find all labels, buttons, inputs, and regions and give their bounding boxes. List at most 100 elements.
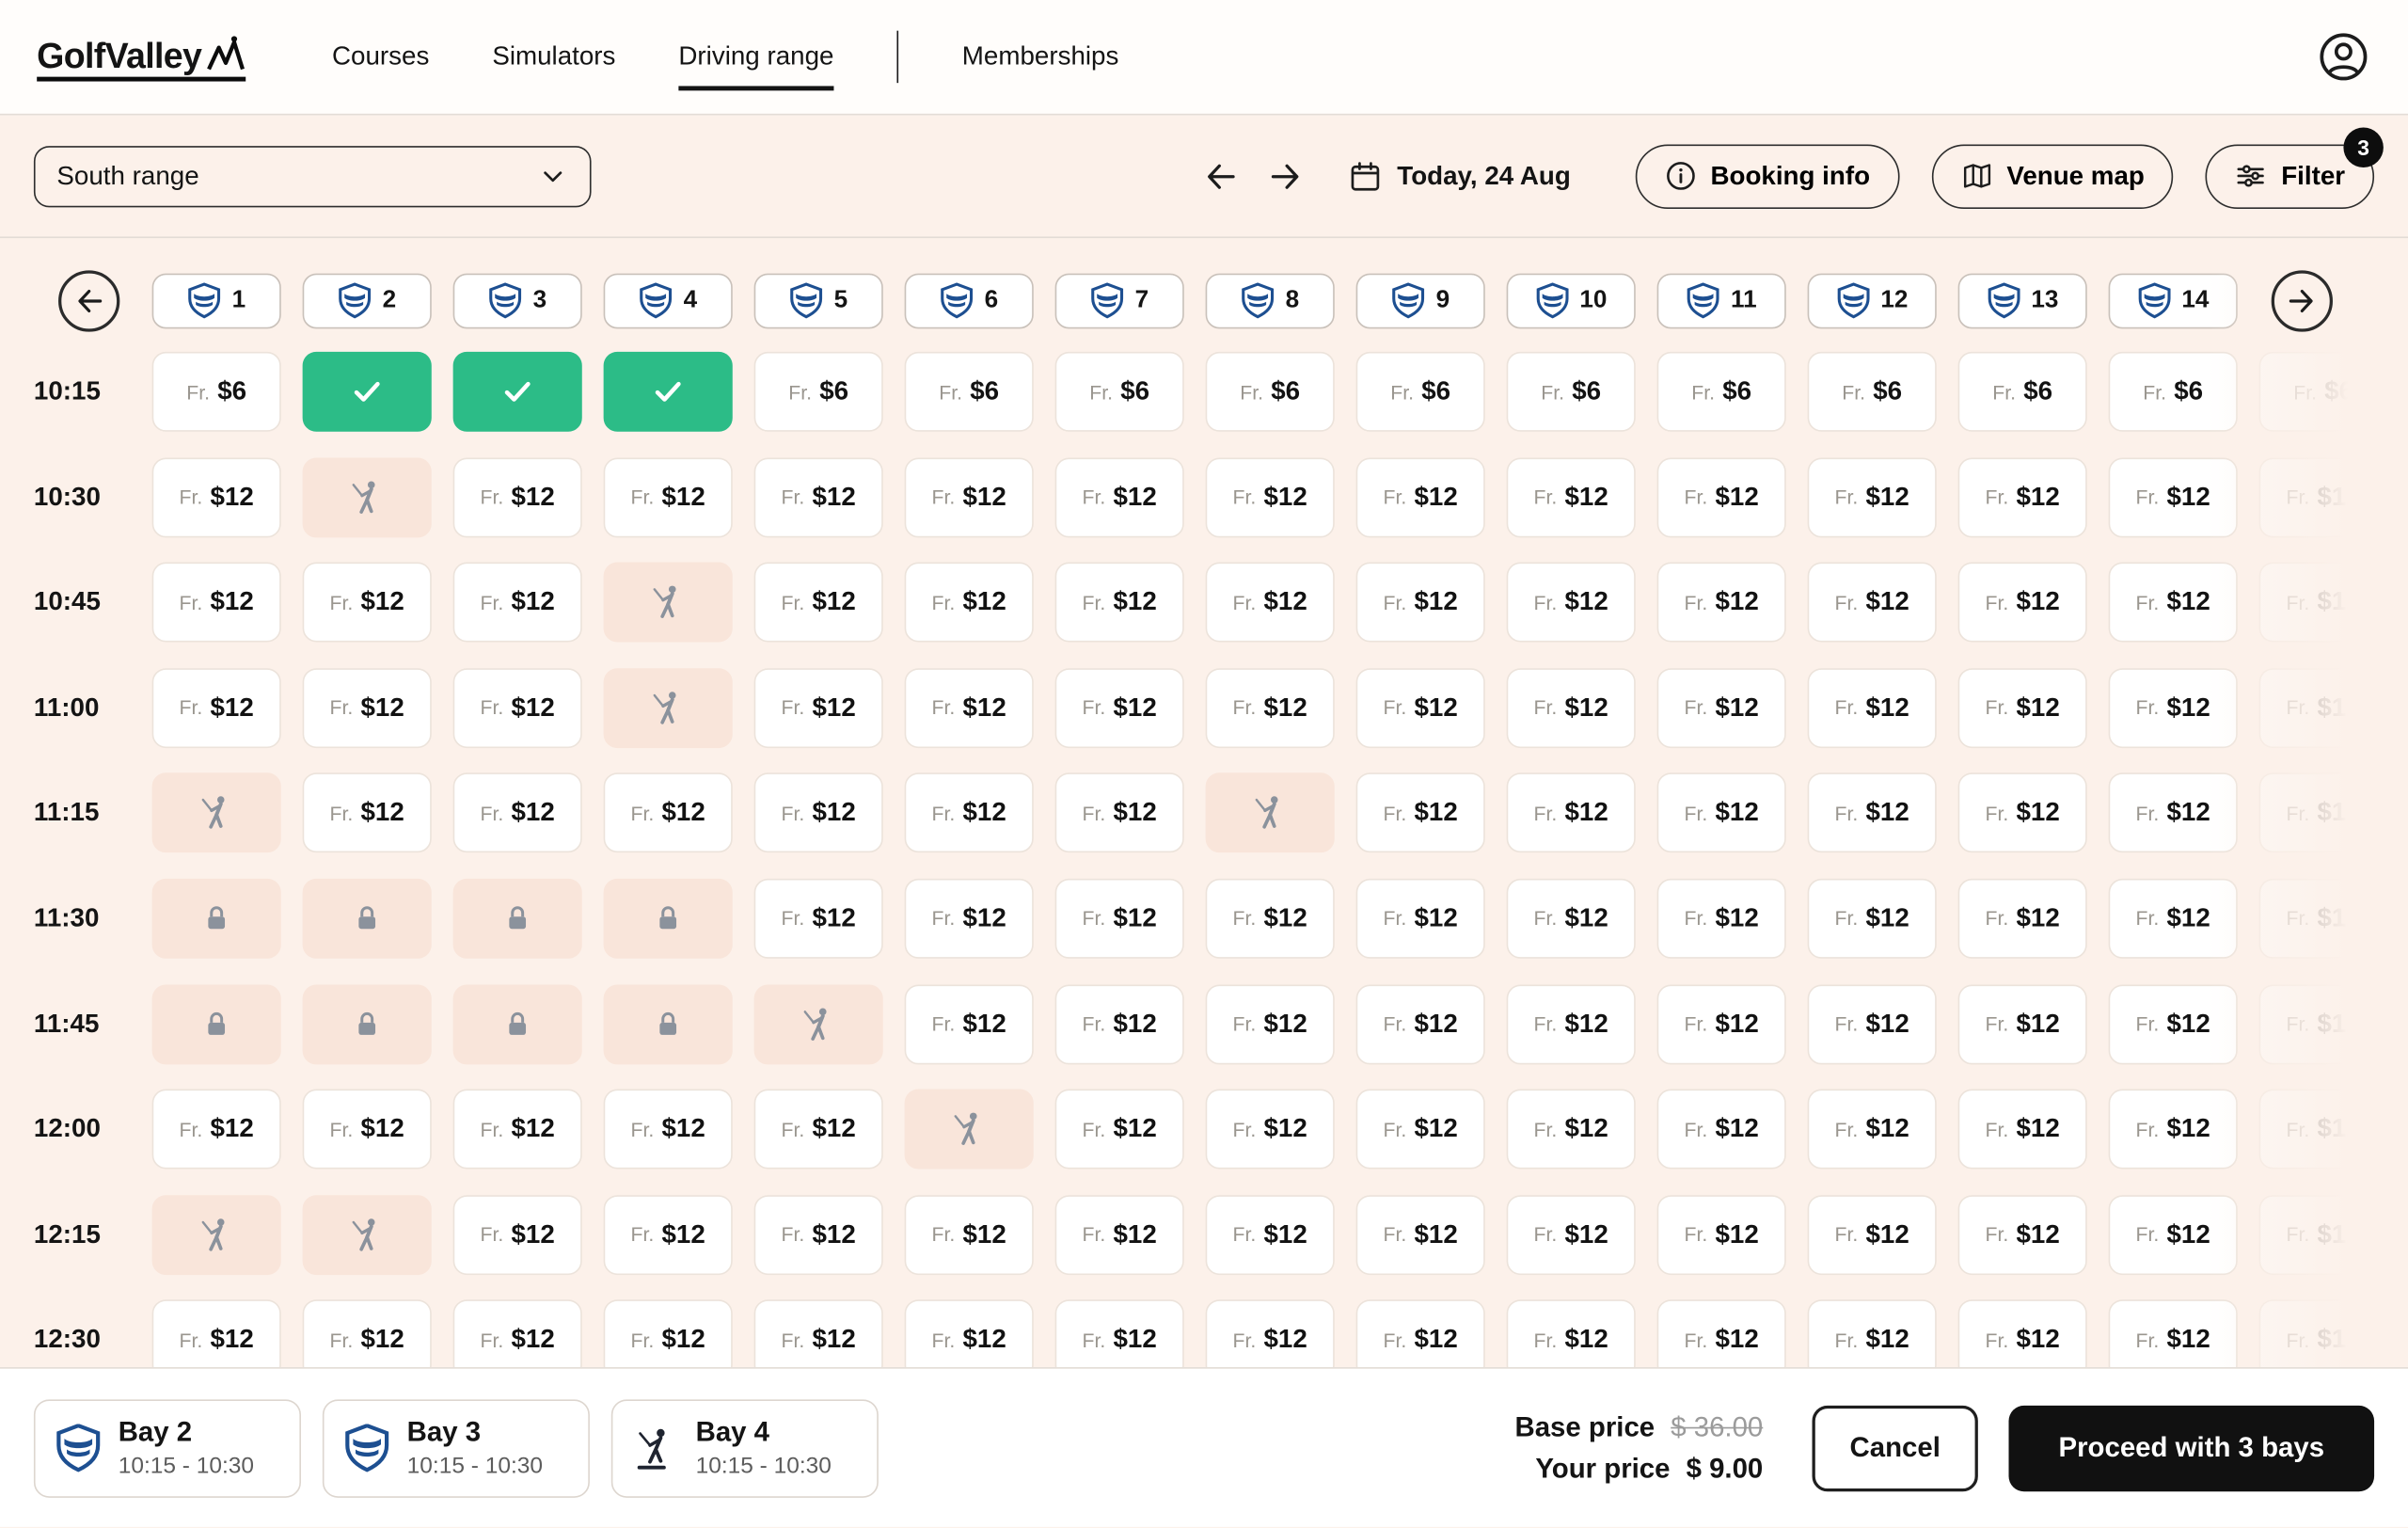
slot-available[interactable]: Fr.$12 (453, 1195, 582, 1275)
slot-available[interactable]: Fr.$12 (1958, 457, 2087, 537)
slot-available[interactable]: Fr.$6 (905, 352, 1034, 432)
slot-available[interactable]: Fr.$12 (1657, 773, 1786, 853)
venue-map-button[interactable]: Venue map (1931, 144, 2174, 209)
previous-day-button[interactable] (1195, 150, 1247, 202)
slot-available[interactable]: Fr.$12 (754, 457, 883, 537)
bay-header-1[interactable]: 1 (152, 274, 281, 329)
slot-available[interactable]: Fr.$6 (2109, 352, 2238, 432)
slot-available[interactable]: Fr.$12 (1206, 984, 1335, 1064)
slot-available[interactable]: Fr.$12 (1055, 773, 1184, 853)
slot-available[interactable]: Fr.$12 (1507, 1195, 1636, 1275)
slot-selected[interactable] (453, 352, 582, 432)
slot-available[interactable]: Fr.$12 (1657, 1090, 1786, 1170)
slot-available[interactable]: Fr.$12 (152, 668, 281, 748)
slot-available[interactable]: Fr.$12 (2109, 563, 2238, 643)
filter-button[interactable]: Filter 3 (2206, 144, 2374, 209)
slot-available[interactable]: Fr.$12 (2109, 1090, 2238, 1170)
slot-available[interactable]: Fr.$12 (453, 1090, 582, 1170)
slot-available[interactable]: Fr.$12 (1657, 984, 1786, 1064)
slot-available[interactable]: Fr.$12 (1808, 879, 1937, 959)
slot-available[interactable]: Fr.$12 (1055, 457, 1184, 537)
slot-available[interactable]: Fr.$12 (1808, 1090, 1937, 1170)
slot-available[interactable]: Fr.$12 (1808, 668, 1937, 748)
slot-available[interactable]: Fr.$12 (1507, 773, 1636, 853)
slot-available[interactable]: Fr.$12 (2109, 668, 2238, 748)
slot-available[interactable]: Fr.$12 (303, 563, 432, 643)
slot-available[interactable]: Fr.$12 (1206, 879, 1335, 959)
slot-available[interactable]: Fr.$12 (1657, 1195, 1786, 1275)
slot-available[interactable]: Fr.$12 (1958, 773, 2087, 853)
slot-available[interactable]: Fr.$12 (1507, 668, 1636, 748)
slot-available[interactable]: Fr.$12 (1055, 879, 1184, 959)
slot-available[interactable]: Fr.$12 (1055, 984, 1184, 1064)
slot-available[interactable]: Fr.$12 (1808, 457, 1937, 537)
slot-available[interactable]: Fr.$12 (1958, 1090, 2087, 1170)
slot-available[interactable]: Fr.$12 (2109, 879, 2238, 959)
slot-available[interactable]: Fr.$12 (1356, 1090, 1485, 1170)
bay-header-6[interactable]: 6 (905, 274, 1034, 329)
slot-available[interactable]: Fr.$12 (1958, 1195, 2087, 1275)
slot-available[interactable]: Fr.$12 (2109, 773, 2238, 853)
bay-header-12[interactable]: 12 (1808, 274, 1937, 329)
brand-logo[interactable]: GolfValley (37, 33, 246, 81)
slot-available[interactable]: Fr.$12 (2259, 457, 2388, 537)
account-button[interactable] (2316, 29, 2371, 85)
slot-available[interactable]: Fr.$12 (2259, 1090, 2388, 1170)
slot-available[interactable]: Fr.$6 (2259, 352, 2388, 432)
slot-available[interactable]: Fr.$12 (453, 773, 582, 853)
slot-available[interactable]: Fr.$12 (1958, 563, 2087, 643)
slot-available[interactable]: Fr.$12 (1055, 668, 1184, 748)
slot-available[interactable]: Fr.$12 (1507, 457, 1636, 537)
slot-available[interactable]: Fr.$12 (754, 1090, 883, 1170)
slot-available[interactable]: Fr.$12 (303, 668, 432, 748)
slot-available[interactable]: Fr.$6 (1206, 352, 1335, 432)
slot-available[interactable]: Fr.$12 (905, 773, 1034, 853)
bay-header-10[interactable]: 10 (1507, 274, 1636, 329)
bay-header-13[interactable]: 13 (1958, 274, 2087, 329)
slot-available[interactable]: Fr.$12 (754, 879, 883, 959)
slot-available[interactable]: Fr.$12 (152, 563, 281, 643)
slot-available[interactable]: Fr.$6 (1356, 352, 1485, 432)
slot-available[interactable]: Fr.$12 (1206, 1195, 1335, 1275)
slot-available[interactable]: Fr.$12 (1657, 457, 1786, 537)
slot-available[interactable]: Fr.$12 (754, 563, 883, 643)
slot-available[interactable]: Fr.$6 (1055, 352, 1184, 432)
slot-available[interactable]: Fr.$12 (1808, 1195, 1937, 1275)
slot-available[interactable]: Fr.$12 (905, 984, 1034, 1064)
slot-available[interactable]: Fr.$12 (1055, 1090, 1184, 1170)
bay-header-14[interactable]: 14 (2109, 274, 2238, 329)
slot-available[interactable]: Fr.$12 (152, 457, 281, 537)
slot-available[interactable]: Fr.$12 (1808, 563, 1937, 643)
slot-available[interactable]: Fr.$12 (754, 773, 883, 853)
slot-available[interactable]: Fr.$12 (2109, 984, 2238, 1064)
slot-available[interactable]: Fr.$12 (1507, 1090, 1636, 1170)
slot-available[interactable]: Fr.$6 (1808, 352, 1937, 432)
slot-selected[interactable] (604, 352, 733, 432)
slot-available[interactable]: Fr.$12 (2259, 773, 2388, 853)
bay-header-4[interactable]: 4 (604, 274, 733, 329)
slot-available[interactable]: Fr.$12 (1507, 984, 1636, 1064)
slot-available[interactable]: Fr.$12 (754, 668, 883, 748)
slot-available[interactable]: Fr.$12 (1657, 879, 1786, 959)
nav-driving-range[interactable]: Driving range (678, 41, 833, 72)
scroll-bays-left-button[interactable] (58, 270, 119, 331)
selected-bay-chip[interactable]: Bay 310:15 - 10:30 (323, 1399, 590, 1497)
scroll-bays-right-button[interactable] (2272, 270, 2333, 331)
slot-available[interactable]: Fr.$12 (1958, 984, 2087, 1064)
bay-header-7[interactable]: 7 (1055, 274, 1184, 329)
bay-header-5[interactable]: 5 (754, 274, 883, 329)
slot-available[interactable]: Fr.$12 (303, 773, 432, 853)
slot-available[interactable]: Fr.$12 (905, 1195, 1034, 1275)
slot-available[interactable]: Fr.$12 (1356, 457, 1485, 537)
slot-available[interactable]: Fr.$6 (1507, 352, 1636, 432)
slot-available[interactable]: Fr.$12 (453, 668, 582, 748)
slot-available[interactable]: Fr.$12 (1958, 668, 2087, 748)
slot-available[interactable]: Fr.$12 (2109, 1195, 2238, 1275)
slot-available[interactable]: Fr.$12 (1356, 984, 1485, 1064)
slot-available[interactable]: Fr.$6 (1958, 352, 2087, 432)
slot-available[interactable]: Fr.$12 (604, 1090, 733, 1170)
slot-available[interactable]: Fr.$12 (1657, 563, 1786, 643)
slot-available[interactable]: Fr.$12 (905, 457, 1034, 537)
slot-available[interactable]: Fr.$12 (303, 1090, 432, 1170)
slot-available[interactable]: Fr.$12 (2259, 563, 2388, 643)
